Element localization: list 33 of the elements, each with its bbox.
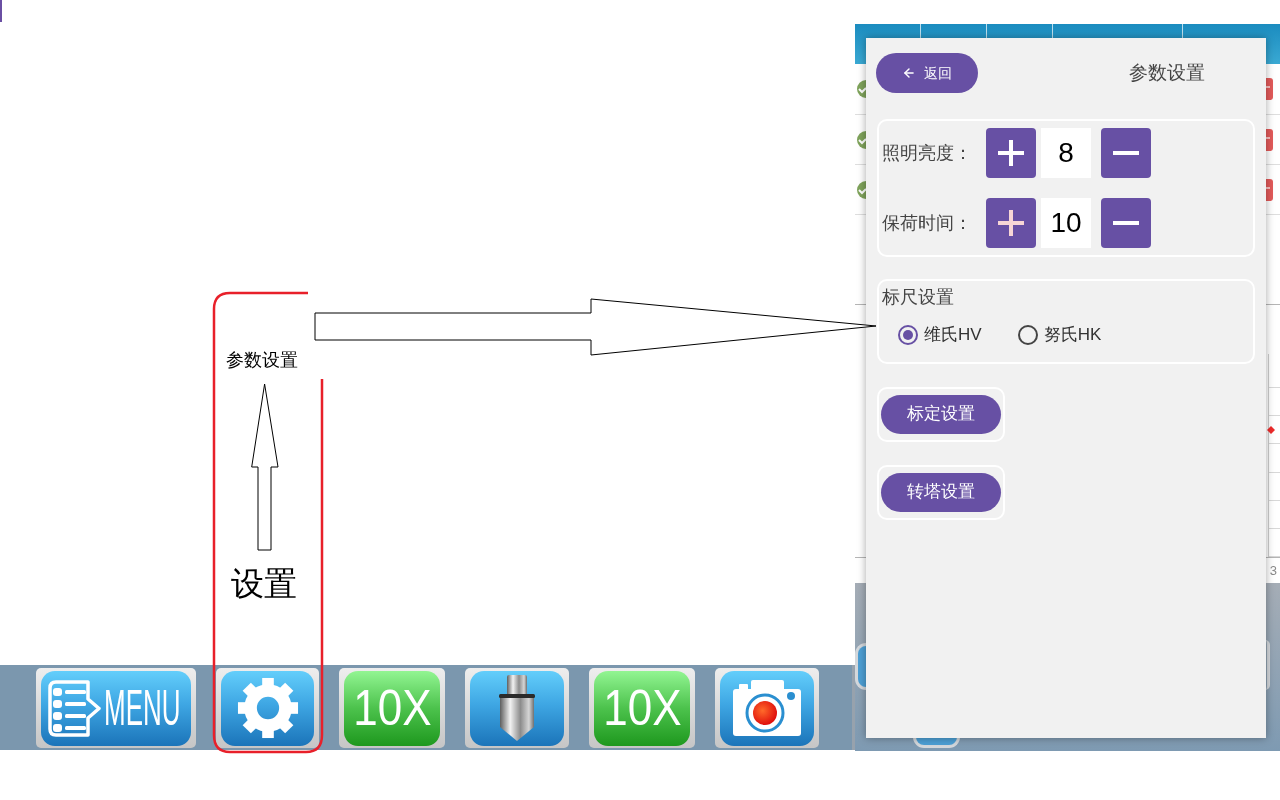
minus-icon (1113, 151, 1139, 155)
action-button[interactable]: 标定设置 (881, 394, 1001, 434)
minus-icon (1113, 221, 1139, 225)
action-icon (1266, 178, 1273, 201)
callout-label: 参数设置 (226, 349, 298, 372)
callout-caption: 设置 (231, 564, 297, 604)
action-button[interactable]: 转塔设置 (881, 472, 1001, 512)
list-icon (48, 679, 101, 737)
gear-icon (236, 677, 299, 739)
settings-button[interactable] (216, 667, 319, 748)
action-icon (1266, 128, 1273, 151)
group-title: 标尺设置 (882, 286, 955, 308)
back-arrow-icon (902, 66, 916, 80)
dialog-title: 参数设置 (1129, 60, 1205, 85)
setting-label: 保荷时间： (882, 211, 973, 235)
probe-button[interactable] (465, 667, 569, 748)
back-button[interactable]: 返回 (876, 53, 978, 93)
camera-button[interactable] (715, 667, 819, 748)
radio-label[interactable]: 维氏HV (924, 322, 982, 348)
value-display: 10 (1041, 198, 1091, 248)
plus-button[interactable] (986, 198, 1036, 248)
radio-button[interactable] (898, 324, 918, 345)
value-display: 8 (1041, 128, 1091, 178)
minus-button[interactable] (1101, 198, 1151, 248)
camera-icon (733, 680, 801, 736)
number-label: 3 (1269, 564, 1277, 577)
plus-button[interactable] (986, 128, 1036, 178)
probe-icon (499, 675, 535, 741)
radio-label[interactable]: 努氏HK (1043, 322, 1102, 348)
action-icon (1266, 78, 1273, 100)
radio-button[interactable] (1017, 324, 1038, 345)
setting-label: 照明亮度： (882, 141, 973, 165)
minus-button[interactable] (1101, 128, 1151, 178)
